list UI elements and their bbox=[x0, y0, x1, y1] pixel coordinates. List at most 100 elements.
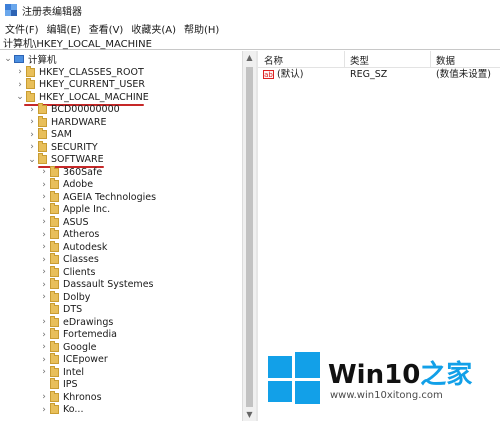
folder-icon bbox=[26, 65, 35, 77]
chevron-right-icon[interactable]: › bbox=[40, 229, 48, 241]
folder-icon bbox=[50, 378, 59, 389]
tree-node-hardware[interactable]: › HARDWARE bbox=[28, 115, 107, 128]
tree-node-clients[interactable]: › Clients bbox=[40, 265, 95, 278]
tree-node-khronos[interactable]: › Khronos bbox=[40, 390, 102, 403]
chevron-right-icon[interactable]: › bbox=[40, 191, 48, 203]
tree-node-dolby[interactable]: › Dolby bbox=[40, 290, 90, 303]
folder-icon bbox=[50, 278, 59, 289]
tree-node-edrawings[interactable]: › eDrawings bbox=[40, 315, 113, 328]
tree-node-bcd00000000[interactable]: › BCD00000000 bbox=[28, 103, 120, 116]
folder-icon bbox=[50, 203, 59, 214]
chevron-right-icon[interactable]: › bbox=[40, 316, 48, 328]
menu-edit[interactable]: 编辑(E) bbox=[44, 21, 84, 36]
scroll-up-arrow-icon[interactable]: ▲ bbox=[245, 53, 254, 62]
chevron-right-icon[interactable]: › bbox=[40, 291, 48, 303]
folder-icon bbox=[50, 178, 59, 189]
folder-icon bbox=[50, 365, 59, 377]
chevron-right-icon[interactable]: › bbox=[40, 179, 48, 191]
scrollbar-thumb[interactable] bbox=[246, 67, 253, 407]
address-path[interactable]: 计算机\HKEY_LOCAL_MACHINE bbox=[3, 35, 152, 50]
chevron-down-icon[interactable]: ⌄ bbox=[4, 53, 12, 65]
tree-node-dts[interactable]: DTS bbox=[40, 303, 82, 316]
tree-node-label: HKEY_CURRENT_USER bbox=[39, 79, 145, 90]
scroll-down-arrow-icon[interactable]: ▼ bbox=[245, 410, 254, 419]
chevron-down-icon[interactable]: ⌄ bbox=[28, 154, 36, 166]
chevron-right-icon[interactable]: › bbox=[40, 204, 48, 216]
chevron-right-icon bbox=[40, 379, 48, 391]
chevron-right-icon[interactable]: › bbox=[40, 354, 48, 366]
tree-node-autodesk[interactable]: › Autodesk bbox=[40, 240, 107, 253]
chevron-right-icon[interactable]: › bbox=[40, 254, 48, 266]
tree-node-label: 计算机 bbox=[28, 55, 57, 66]
chevron-right-icon[interactable]: › bbox=[40, 266, 48, 278]
chevron-right-icon[interactable]: › bbox=[40, 279, 48, 291]
tree-pane: ⌄ 计算机 › HKEY_CLASSES_ROOT › HKEY_CURRENT… bbox=[0, 51, 256, 421]
tree-node-label: HKEY_CLASSES_ROOT bbox=[39, 66, 144, 78]
tree-node-label: Apple Inc. bbox=[63, 204, 111, 215]
column-type-header[interactable]: 类型 bbox=[350, 53, 369, 67]
chevron-right-icon[interactable]: › bbox=[28, 104, 36, 116]
tree-node-security[interactable]: › SECURITY bbox=[28, 140, 98, 153]
tree-node-sam[interactable]: › SAM bbox=[28, 128, 72, 141]
tree-node-computer[interactable]: ⌄ 计算机 bbox=[4, 53, 57, 66]
tree-node-label: IPS bbox=[63, 379, 78, 390]
chevron-right-icon[interactable]: › bbox=[40, 341, 48, 353]
tree-node-label: Khronos bbox=[63, 391, 102, 403]
tree-node-label: Intel bbox=[63, 366, 85, 378]
tree-node-hkey-classes-root[interactable]: › HKEY_CLASSES_ROOT bbox=[16, 65, 144, 78]
folder-icon bbox=[50, 265, 59, 277]
tree-node-adobe[interactable]: › Adobe bbox=[40, 178, 93, 191]
tree-node-icepower[interactable]: › ICEpower bbox=[40, 353, 108, 366]
tree-node-software[interactable]: ⌄ SOFTWARE bbox=[28, 153, 104, 166]
tree-node-ko[interactable]: › Ko... bbox=[40, 403, 83, 416]
chevron-right-icon[interactable]: › bbox=[28, 129, 36, 141]
tree-node-label: ASUS bbox=[63, 216, 89, 228]
column-data-header[interactable]: 数据 bbox=[436, 53, 455, 67]
tree-node-label: ICEpower bbox=[63, 354, 108, 365]
address-bar[interactable]: 计算机\HKEY_LOCAL_MACHINE bbox=[0, 36, 500, 50]
chevron-right-icon[interactable]: › bbox=[40, 366, 48, 378]
chevron-right-icon[interactable]: › bbox=[40, 241, 48, 253]
tree-node-dassault-systemes[interactable]: › Dassault Systemes bbox=[40, 278, 153, 291]
tree-node-google[interactable]: › Google bbox=[40, 340, 97, 353]
value-type-cell: REG_SZ bbox=[350, 69, 388, 80]
chevron-right-icon[interactable]: › bbox=[16, 79, 24, 91]
tree-node-asus[interactable]: › ASUS bbox=[40, 215, 89, 228]
column-name-header[interactable]: 名称 bbox=[264, 53, 283, 67]
chevron-right-icon[interactable]: › bbox=[16, 66, 24, 78]
menu-view[interactable]: 查看(V) bbox=[86, 21, 127, 36]
folder-icon bbox=[50, 253, 59, 264]
table-row[interactable]: ab (默认) REG_SZ (数值未设置) bbox=[258, 69, 500, 81]
tree-scrollbar[interactable]: ▲ ▼ bbox=[242, 51, 256, 421]
watermark: Win10之家 www.win10xitong.com bbox=[268, 352, 498, 406]
chevron-right-icon[interactable]: › bbox=[40, 391, 48, 403]
tree-node-360safe[interactable]: › 360Safe bbox=[40, 165, 102, 178]
tree-node-fortemedia[interactable]: › Fortemedia bbox=[40, 328, 117, 341]
tree-node-classes[interactable]: › Classes bbox=[40, 253, 99, 266]
chevron-right-icon[interactable]: › bbox=[40, 404, 48, 416]
tree-node-hkey-current-user[interactable]: › HKEY_CURRENT_USER bbox=[16, 78, 145, 91]
chevron-right-icon[interactable]: › bbox=[40, 216, 48, 228]
menu-favorites[interactable]: 收藏夹(A) bbox=[128, 21, 179, 36]
chevron-down-icon[interactable]: ⌄ bbox=[16, 91, 24, 103]
tree-node-intel[interactable]: › Intel bbox=[40, 365, 85, 378]
tree-node-atheros[interactable]: › Atheros bbox=[40, 228, 99, 241]
tree-node-ips[interactable]: IPS bbox=[40, 378, 78, 391]
menu-help[interactable]: 帮助(H) bbox=[181, 21, 222, 36]
folder-icon bbox=[50, 190, 59, 202]
tree-node-ageia-technologies[interactable]: › AGEIA Technologies bbox=[40, 190, 156, 203]
menu-file[interactable]: 文件(F) bbox=[2, 21, 42, 36]
string-value-icon: ab bbox=[263, 70, 274, 79]
folder-icon bbox=[50, 353, 59, 364]
tree-node-apple-inc[interactable]: › Apple Inc. bbox=[40, 203, 111, 216]
chevron-right-icon[interactable]: › bbox=[40, 166, 48, 178]
folder-icon bbox=[38, 103, 47, 114]
folder-icon bbox=[50, 403, 59, 414]
chevron-right-icon[interactable]: › bbox=[28, 116, 36, 128]
chevron-right-icon[interactable]: › bbox=[40, 329, 48, 341]
tree-node-hkey-local-machine[interactable]: ⌄ HKEY_LOCAL_MACHINE bbox=[16, 90, 149, 103]
folder-icon bbox=[50, 315, 59, 327]
window-title: 注册表编辑器 bbox=[22, 6, 82, 18]
folder-icon bbox=[26, 90, 35, 102]
chevron-right-icon[interactable]: › bbox=[28, 141, 36, 153]
